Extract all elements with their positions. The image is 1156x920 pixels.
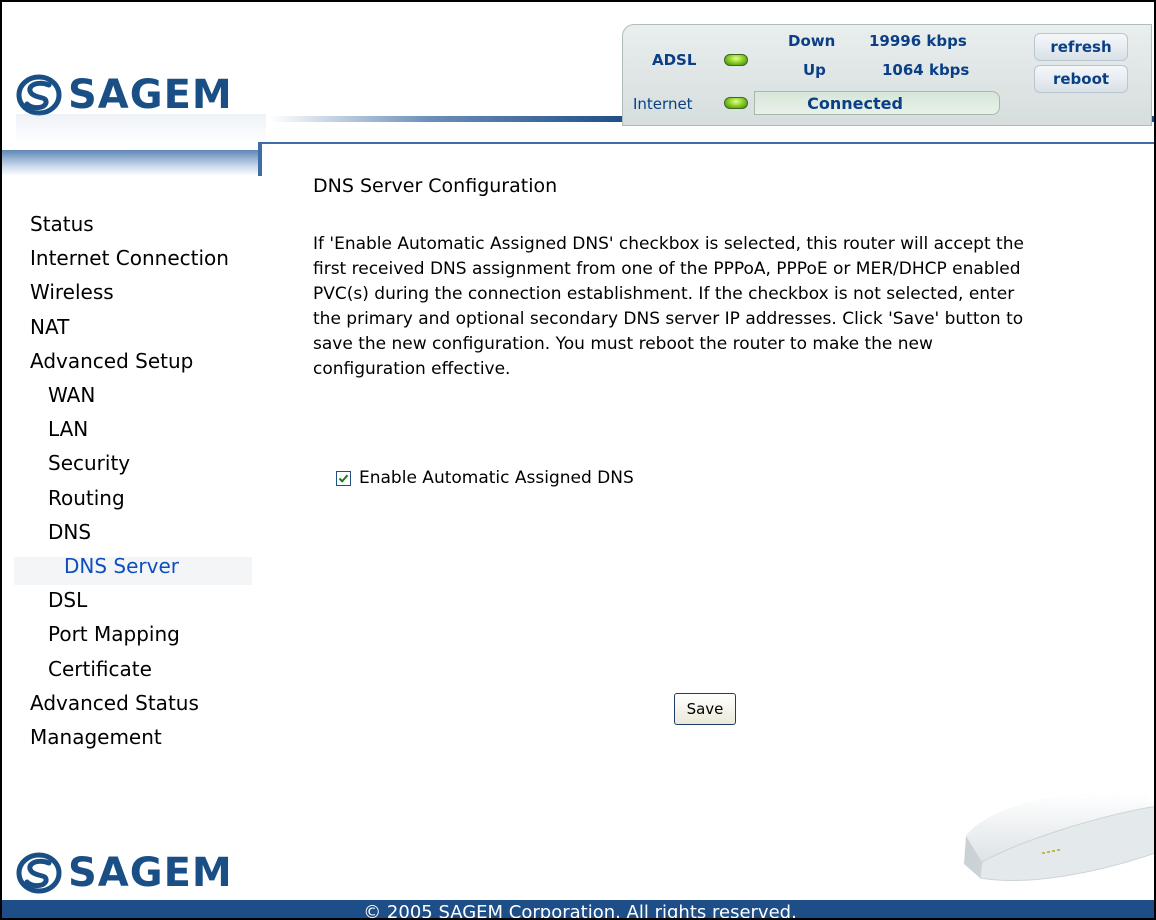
sidebar-item-wan[interactable]: WAN — [48, 383, 95, 407]
brand-name: SAGEM — [68, 72, 233, 118]
page-title: DNS Server Configuration — [313, 175, 558, 197]
sidebar-item-lan[interactable]: LAN — [48, 417, 88, 441]
sidebar-item-advanced-setup[interactable]: Advanced Setup — [30, 349, 193, 373]
sidebar-item-port-mapping[interactable]: Port Mapping — [48, 622, 180, 646]
router-device-image — [964, 793, 1154, 881]
sidebar-item-security[interactable]: Security — [48, 451, 130, 475]
app-frame: SAGEM ADSL Internet Down 19996 kbps Up 1… — [0, 0, 1156, 920]
sidebar-item-dns[interactable]: DNS — [48, 520, 91, 544]
sidebar-item-internet-connection[interactable]: Internet Connection — [30, 246, 229, 270]
sidebar-item-dsl[interactable]: DSL — [48, 588, 87, 612]
auto-dns-checkbox[interactable] — [336, 470, 351, 486]
sidebar-divider — [258, 142, 262, 176]
sagem-s-swirl-icon — [16, 852, 62, 894]
checkmark-icon — [338, 474, 349, 483]
sidebar-item-status[interactable]: Status — [30, 212, 94, 236]
adsl-label: ADSL — [652, 51, 697, 69]
save-button[interactable]: Save — [674, 693, 736, 725]
refresh-button[interactable]: refresh — [1034, 33, 1128, 61]
header-divider — [260, 142, 1154, 144]
sidebar-item-routing[interactable]: Routing — [48, 486, 125, 510]
sidebar-item-certificate[interactable]: Certificate — [48, 657, 152, 681]
sagem-s-swirl-icon — [16, 74, 62, 116]
copyright-text: © 2005 SAGEM Corporation. All rights res… — [363, 902, 797, 920]
auto-dns-label: Enable Automatic Assigned DNS — [359, 468, 634, 488]
sidebar-item-management[interactable]: Management — [30, 725, 162, 749]
sagem-logo-footer: SAGEM — [16, 850, 233, 896]
sidebar-item-nat[interactable]: NAT — [30, 315, 69, 339]
logo-reflection — [16, 114, 266, 144]
auto-dns-option[interactable]: Enable Automatic Assigned DNS — [336, 468, 634, 488]
up-label: Up — [803, 61, 826, 79]
footer-bar: © 2005 SAGEM Corporation. All rights res… — [2, 900, 1154, 920]
brand-name-footer: SAGEM — [68, 850, 233, 896]
sidebar-item-dns-server[interactable]: DNS Server — [64, 554, 179, 578]
sagem-logo: SAGEM — [16, 72, 233, 118]
internet-label: Internet — [633, 95, 693, 113]
page-description: If 'Enable Automatic Assigned DNS' check… — [313, 234, 1024, 379]
connection-state: Connected — [807, 94, 903, 113]
reboot-button[interactable]: reboot — [1034, 65, 1128, 93]
sidebar-item-advanced-status[interactable]: Advanced Status — [30, 691, 199, 715]
internet-led-icon — [724, 97, 748, 109]
down-label: Down — [788, 32, 836, 50]
sidebar-header-band — [2, 150, 260, 176]
down-rate: 19996 kbps — [869, 32, 967, 50]
sidebar-item-wireless[interactable]: Wireless — [30, 280, 114, 304]
up-rate: 1064 kbps — [882, 61, 970, 79]
adsl-led-icon — [724, 54, 748, 66]
connection-state-box: Connected — [754, 91, 1000, 115]
